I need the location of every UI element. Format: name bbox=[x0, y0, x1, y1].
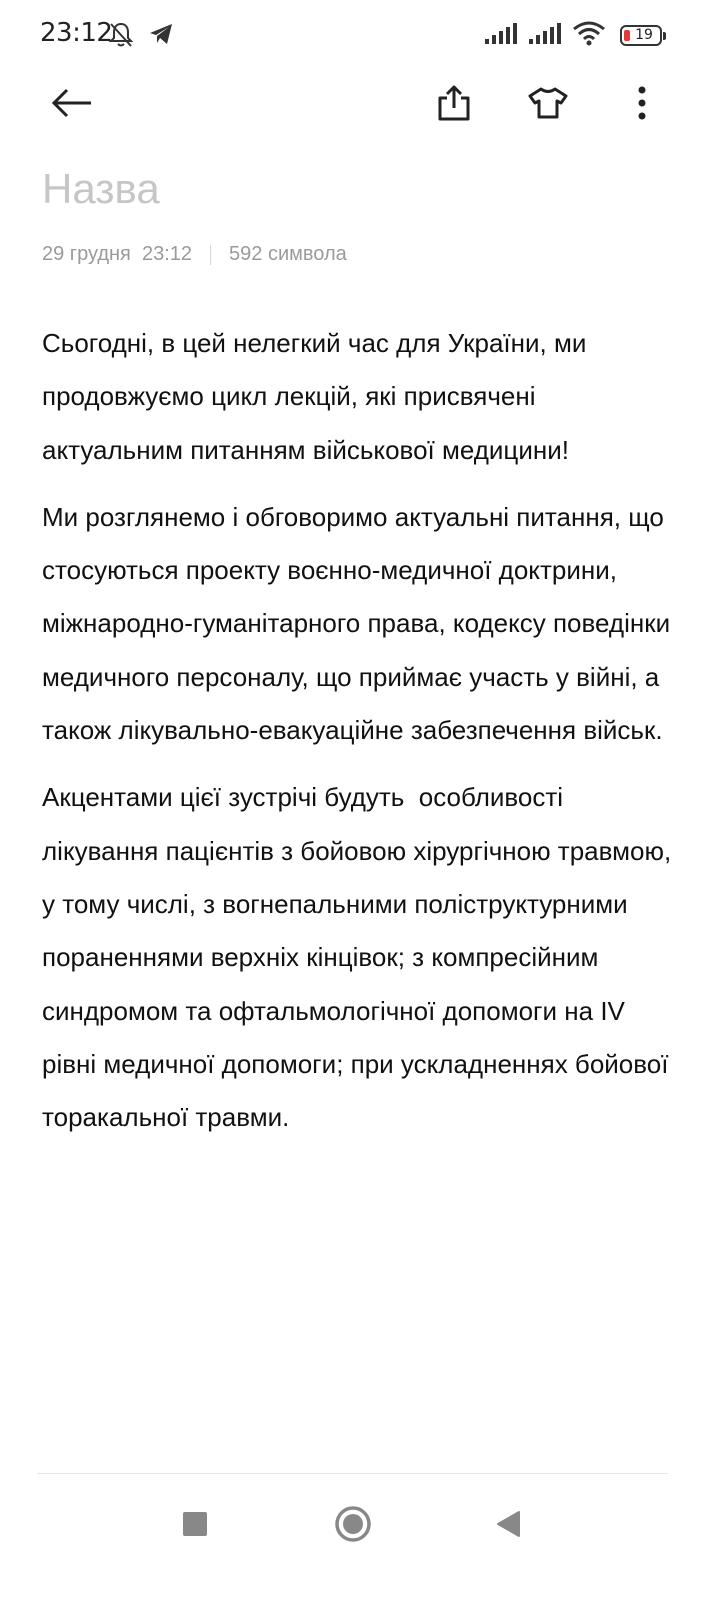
back-triangle-icon bbox=[495, 1510, 521, 1542]
note-date: 29 грудня 23:12 bbox=[42, 243, 193, 265]
home-button[interactable] bbox=[329, 1502, 377, 1550]
note-paragraph: Сьогодні, в цей нелегкий час для України… bbox=[42, 328, 594, 465]
more-vert-icon bbox=[637, 86, 647, 124]
back-button[interactable] bbox=[48, 84, 96, 126]
share-button[interactable] bbox=[430, 84, 478, 126]
nav-back-button[interactable] bbox=[484, 1502, 532, 1550]
status-right-icons: 19 bbox=[484, 20, 666, 50]
meta-divider bbox=[210, 244, 212, 265]
status-time: 23:12 bbox=[40, 18, 113, 48]
battery-level: 19 bbox=[635, 27, 653, 43]
theme-button[interactable] bbox=[524, 84, 572, 126]
note-paragraph: Ми розглянемо і обговоримо актуальні пит… bbox=[42, 501, 678, 746]
wifi-icon bbox=[572, 20, 606, 50]
home-circle-icon bbox=[334, 1505, 372, 1547]
note-char-count: 592 символа bbox=[229, 243, 347, 265]
note-body-editor[interactable]: Сьогодні, в цей нелегкий час для України… bbox=[42, 317, 672, 1158]
more-button[interactable] bbox=[618, 84, 666, 126]
battery-icon: 19 bbox=[620, 24, 666, 46]
back-arrow-icon bbox=[51, 88, 93, 122]
signal-icon bbox=[484, 21, 518, 49]
recents-square-icon bbox=[182, 1511, 208, 1541]
status-left-icons bbox=[107, 20, 175, 52]
status-bar: 23:12 19 bbox=[0, 0, 720, 70]
recents-button[interactable] bbox=[171, 1502, 219, 1550]
signal-icon bbox=[528, 21, 562, 49]
note-title-input[interactable]: Назва bbox=[42, 165, 160, 213]
battery-fill bbox=[624, 29, 630, 41]
navigation-bar bbox=[0, 1474, 720, 1600]
theme-shirt-icon bbox=[528, 86, 568, 124]
bell-off-icon bbox=[107, 20, 135, 52]
note-paragraph: Акцентами цієї зустрічі будуть особливос… bbox=[42, 782, 679, 1133]
share-icon bbox=[437, 84, 471, 126]
toolbar bbox=[0, 70, 720, 140]
note-meta: 29 грудня 23:12 592 символа bbox=[42, 243, 347, 266]
telegram-icon bbox=[147, 20, 175, 52]
